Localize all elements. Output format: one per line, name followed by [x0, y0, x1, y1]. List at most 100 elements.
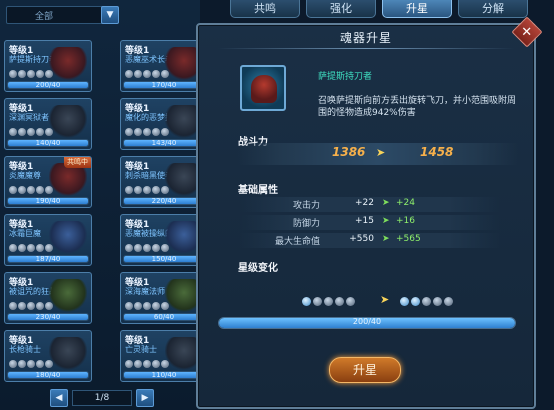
attr-row-max-hp: 最大生命值 +550 ➤ +565 [240, 233, 500, 248]
card-exp-bar: 110/40 [123, 371, 200, 379]
card-portrait-icon [49, 163, 87, 197]
attr-current: +550 [349, 234, 374, 244]
card-exp-bar: 187/40 [7, 255, 89, 263]
item-description: 召唤萨提斯向前方丢出旋转飞刀，并小范围吸附周围的怪物造成942%伤害 [318, 96, 517, 118]
card-exp-text: 230/40 [35, 313, 61, 321]
card-exp-text: 187/40 [35, 255, 61, 263]
attr-next: +565 [396, 234, 421, 244]
prev-page-button[interactable]: ◀ [50, 389, 68, 407]
power-row: 1386 ➤ 1458 [238, 143, 518, 165]
card-exp-bar: 143/40 [123, 139, 200, 147]
card-portrait-icon [165, 337, 200, 371]
card-stars [125, 360, 169, 368]
star-icon [433, 297, 442, 306]
power-current: 1386 [332, 145, 366, 159]
card-portrait-icon [49, 337, 87, 371]
filter-dropdown[interactable]: 全部 ▼ [6, 6, 119, 24]
card-exp-bar: 60/40 [123, 313, 200, 321]
card-exp-bar: 170/40 [123, 81, 200, 89]
next-page-button[interactable]: ▶ [136, 389, 154, 407]
star-icon [400, 297, 409, 306]
attr-next: +16 [396, 216, 415, 226]
star-icon [313, 297, 322, 306]
card-portrait-icon [165, 163, 200, 197]
card-name: 炎魔魔尊 [9, 171, 41, 180]
card-stars [125, 244, 169, 252]
card-exp-text: 200/40 [35, 81, 61, 89]
tab-enhance[interactable]: 强化 [306, 0, 376, 18]
item-icon [240, 65, 286, 111]
soul-card[interactable]: 等级1 被诅咒的狂战士 230/40 [4, 272, 92, 324]
card-exp-text: 220/40 [151, 197, 177, 205]
attr-row-defense: 防御力 +15 ➤ +16 [240, 215, 500, 230]
tab-decompose[interactable]: 分解 [458, 0, 528, 18]
exp-progress-text: 200/40 [352, 317, 382, 326]
attr-label: 防御力 [292, 219, 320, 229]
tab-bar: 共鸣 强化 升星 分解 [230, 0, 554, 18]
soul-card[interactable]: 等级1 恶魔被操纵的魔物 150/40 [120, 214, 200, 266]
card-portrait-icon [165, 47, 200, 81]
soul-card[interactable]: 等级1 炎魔魔尊 190/40 共鸣中 [4, 156, 92, 208]
card-exp-text: 190/40 [35, 197, 61, 205]
card-portrait-icon [49, 279, 87, 313]
card-stars [9, 244, 53, 252]
card-exp-bar: 140/40 [7, 139, 89, 147]
card-exp-text: 170/40 [151, 81, 177, 89]
card-name: 亡灵骑士 [125, 345, 157, 354]
card-portrait-icon [49, 105, 87, 139]
card-stars [9, 128, 53, 136]
card-stars [125, 128, 169, 136]
card-stars [9, 360, 53, 368]
attr-label: 最大生命值 [274, 237, 320, 247]
tab-star-up[interactable]: 升星 [382, 0, 452, 18]
item-name: 萨提斯持刀者 [318, 72, 373, 82]
star-up-panel: 魂器升星 ✕ 萨提斯持刀者 召唤萨提斯向前方丢出旋转飞刀，并小范围吸附周围的怪物… [196, 16, 543, 409]
attr-next: +24 [396, 198, 415, 208]
soul-card[interactable]: 等级1 深海魔法师 60/40 [120, 272, 200, 324]
card-exp-text: 140/40 [35, 139, 61, 147]
stars-after [400, 297, 453, 306]
card-exp-bar: 230/40 [7, 313, 89, 321]
star-section-title: 星级变化 [238, 263, 278, 274]
card-portrait-icon [165, 221, 200, 255]
exp-progress-bar: 200/40 [218, 317, 516, 329]
stars-before [302, 297, 355, 306]
close-icon: ✕ [521, 24, 533, 40]
attr-section-title: 基础属性 [238, 185, 278, 196]
card-exp-bar: 180/40 [7, 371, 89, 379]
star-up-button[interactable]: 升星 [329, 357, 401, 383]
filter-value: 全部 [35, 11, 54, 22]
soul-card[interactable]: 等级1 深渊冥狱者 140/40 [4, 98, 92, 150]
card-exp-bar: 190/40 [7, 197, 89, 205]
card-exp-text: 180/40 [35, 371, 61, 379]
power-arrow-icon: ➤ [376, 146, 386, 159]
card-stars [125, 70, 169, 78]
star-icon [335, 297, 344, 306]
card-exp-text: 60/40 [153, 313, 175, 321]
card-tag: 共鸣中 [64, 157, 91, 168]
card-exp-bar: 150/40 [123, 255, 200, 263]
soul-card[interactable]: 等级1 亡灵骑士 110/40 [120, 330, 200, 382]
attr-current: +22 [355, 198, 374, 208]
soul-card[interactable]: 等级1 恶魔巫术长者 170/40 [120, 40, 200, 92]
card-exp-text: 143/40 [151, 139, 177, 147]
page-indicator: 1/8 [72, 390, 132, 406]
attr-row-attack: 攻击力 +22 ➤ +24 [240, 197, 500, 212]
title-divider [218, 48, 514, 49]
soul-card[interactable]: 等级1 萨提斯持刀者 200/40 [4, 40, 92, 92]
chevron-down-icon[interactable]: ▼ [101, 6, 119, 24]
card-stars [125, 186, 169, 194]
soul-card[interactable]: 等级1 刺杀暗黑使者 220/40 [120, 156, 200, 208]
card-exp-text: 110/40 [151, 371, 177, 379]
soul-card[interactable]: 等级1 冰霜巨魔 187/40 [4, 214, 92, 266]
power-next: 1458 [420, 145, 454, 159]
soul-card[interactable]: 等级1 魔化的恶梦执刑者 143/40 [120, 98, 200, 150]
soul-card[interactable]: 等级1 长枪骑士 180/40 [4, 330, 92, 382]
star-icon [324, 297, 333, 306]
card-stars [9, 186, 53, 194]
attr-arrow-icon: ➤ [382, 234, 390, 244]
item-portrait-icon [251, 75, 277, 103]
card-exp-text: 150/40 [151, 255, 177, 263]
card-stars [9, 302, 53, 310]
tab-resonance[interactable]: 共鸣 [230, 0, 300, 18]
